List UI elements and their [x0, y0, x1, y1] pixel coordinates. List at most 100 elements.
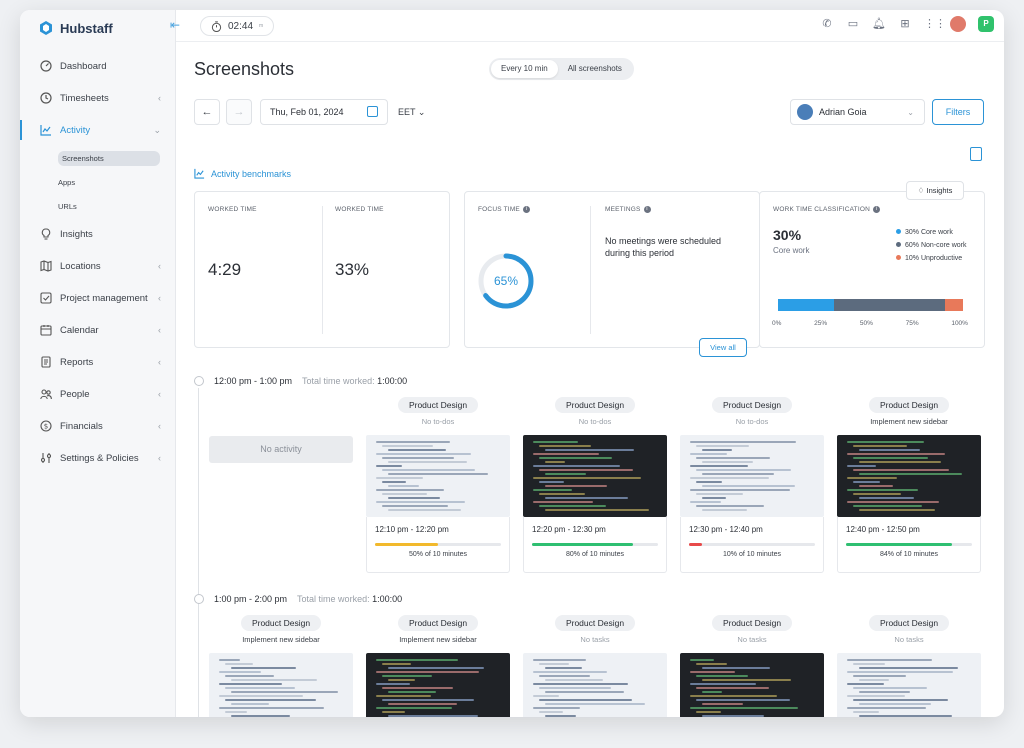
- classification-legend: 30% Core work 60% Non-core work 10% Unpr…: [896, 226, 966, 265]
- view-all-button[interactable]: View all: [699, 338, 747, 357]
- screenshot-thumbnail[interactable]: [837, 653, 981, 717]
- toggle-every-10-min[interactable]: Every 10 min: [491, 60, 558, 78]
- screenshot-card[interactable]: Product Design Implement new sidebar: [366, 615, 510, 717]
- stopwatch-icon: [211, 20, 222, 32]
- sidebar-item-activity[interactable]: Activity ⌄: [20, 114, 176, 146]
- screenshot-thumbnail[interactable]: [680, 435, 824, 517]
- stacked-bar-segment: [833, 299, 945, 311]
- screenshot-time-range: 12:20 pm - 12:30 pm: [532, 525, 606, 534]
- time-slot-range: 12:00 pm - 1:00 pm: [214, 376, 293, 386]
- screenshot-thumbnail[interactable]: [680, 653, 824, 717]
- phone-icon[interactable]: ✆: [820, 17, 834, 31]
- stacked-bar-segment: [944, 299, 963, 311]
- insights-button[interactable]: ♢ Insights: [906, 181, 964, 200]
- screenshot-thumbnail[interactable]: [209, 653, 353, 717]
- sidebar-item-label: Locations: [60, 260, 101, 272]
- screenshot-card[interactable]: Product Design No tasks: [523, 615, 667, 717]
- screenshot-card[interactable]: Product Design No to-dos 12:20 pm - 12:30 …: [523, 397, 667, 573]
- chevron-left-icon: ‹: [158, 293, 161, 303]
- legend-item: 60% Non-core work: [896, 239, 966, 252]
- toggle-all-screenshots[interactable]: All screenshots: [558, 60, 632, 78]
- focus-time-label: FOCUS TIME i: [478, 206, 530, 213]
- task-name: Implement new sidebar: [870, 417, 948, 426]
- activity-benchmarks-link[interactable]: Activity benchmarks: [194, 168, 291, 179]
- page-title: Screenshots: [194, 59, 295, 79]
- screenshot-thumbnail[interactable]: [837, 435, 981, 517]
- screenshot-thumbnail[interactable]: [366, 435, 510, 517]
- hubstaff-logo-icon: [40, 21, 52, 35]
- sidebar-item-financials[interactable]: $ Financials ‹: [20, 410, 176, 442]
- task-name: No tasks: [737, 635, 767, 644]
- sidebar-item-insights[interactable]: Insights: [20, 218, 176, 250]
- info-icon[interactable]: i: [873, 206, 881, 213]
- timer-widget[interactable]: 02:44 m: [200, 16, 275, 36]
- time-slot-header: 1:00 pm - 2:00 pm Total time worked: 1:0…: [194, 594, 402, 604]
- organization-badge[interactable]: P: [978, 16, 994, 32]
- logo[interactable]: Hubstaff: [38, 18, 113, 38]
- screenshot-thumbnail[interactable]: [523, 435, 667, 517]
- task-name: No tasks: [580, 635, 610, 644]
- sidebar-subitem-urls[interactable]: URLs: [20, 194, 176, 218]
- screenshot-card[interactable]: Product Design Implement new sidebar 12:40…: [837, 397, 981, 573]
- project-tag: Product Design: [869, 615, 949, 631]
- info-icon[interactable]: i: [643, 206, 651, 213]
- apps-grid-icon[interactable]: ⋮⋮: [924, 17, 946, 31]
- export-icon[interactable]: [970, 147, 982, 161]
- dollar-icon: $: [40, 420, 52, 432]
- screenshot-card[interactable]: Product Design No tasks: [680, 615, 824, 717]
- sidebar-item-dashboard[interactable]: Dashboard: [20, 50, 176, 82]
- screenshot-card[interactable]: Product Design No to-dos 12:10 pm - 12:20 …: [366, 397, 510, 573]
- sidebar: Hubstaff ⇤ Dashboard Timesheets ‹ Activi…: [20, 10, 180, 717]
- screenshot-card[interactable]: Product Design Implement new sidebar: [209, 615, 353, 717]
- previous-day-button[interactable]: ←: [194, 99, 220, 125]
- sidebar-item-locations[interactable]: Locations ‹: [20, 250, 176, 282]
- classification-stacked-bar: [778, 299, 963, 311]
- message-icon[interactable]: ▭: [846, 17, 860, 31]
- screenshot-time-range: 12:40 pm - 12:50 pm: [846, 525, 920, 534]
- sidebar-item-timesheets[interactable]: Timesheets ‹: [20, 82, 176, 114]
- meetings-label: MEETINGS i: [605, 206, 651, 213]
- gift-icon[interactable]: ⊞: [898, 17, 912, 31]
- sidebar-item-label: People: [60, 388, 90, 400]
- sidebar-subitem-screenshots[interactable]: Screenshots: [20, 146, 176, 170]
- lightbulb-icon: ♢: [917, 186, 925, 195]
- chevron-down-icon: ⌄: [153, 124, 161, 135]
- timezone-select[interactable]: EET ⌄: [398, 107, 425, 118]
- arrow-right-icon: →: [233, 106, 245, 118]
- activity-progress-bar: [689, 543, 815, 546]
- filters-button[interactable]: Filters: [932, 99, 984, 125]
- screenshot-thumbnail[interactable]: [523, 653, 667, 717]
- activity-percent: 10% of 10 minutes: [723, 551, 781, 558]
- avatar: [797, 104, 813, 120]
- checkbox-icon: [40, 292, 52, 304]
- date-value: Thu, Feb 01, 2024: [270, 107, 344, 117]
- arrow-left-icon: ←: [201, 106, 213, 118]
- activity-progress-bar: [846, 543, 972, 546]
- divider: [590, 206, 591, 334]
- sidebar-item-reports[interactable]: Reports ‹: [20, 346, 176, 378]
- sidebar-subitem-apps[interactable]: Apps: [20, 170, 176, 194]
- worked-percent-value: 33%: [335, 260, 370, 279]
- sidebar-item-calendar[interactable]: Calendar ‹: [20, 314, 176, 346]
- user-select[interactable]: Adrian Goia ⌄: [790, 99, 925, 125]
- info-icon[interactable]: i: [522, 206, 530, 213]
- total-time-worked: Total time worked: 1:00:00: [302, 376, 408, 386]
- screenshot-card[interactable]: Product Design No to-dos 12:30 pm - 12:40 …: [680, 397, 824, 573]
- task-name: No tasks: [894, 635, 924, 644]
- activity-chart-icon: [40, 125, 51, 136]
- sidebar-item-label: Project management: [60, 292, 148, 304]
- screenshot-thumbnail[interactable]: [366, 653, 510, 717]
- sidebar-item-project-management[interactable]: Project management ‹: [20, 282, 176, 314]
- chevron-left-icon: ‹: [158, 357, 161, 367]
- activity-percent: 84% of 10 minutes: [880, 551, 938, 558]
- sidebar-item-label: Financials: [60, 420, 103, 432]
- next-day-button[interactable]: →: [226, 99, 252, 125]
- sidebar-item-settings[interactable]: Settings & Policies ‹: [20, 442, 176, 474]
- date-picker[interactable]: Thu, Feb 01, 2024: [260, 99, 388, 125]
- avatar[interactable]: [950, 16, 966, 32]
- worked-percent-label: WORKED TIME: [335, 206, 384, 213]
- screenshot-card[interactable]: Product Design No tasks: [837, 615, 981, 717]
- sidebar-item-people[interactable]: People ‹: [20, 378, 176, 410]
- bell-icon[interactable]: 🔔︎: [872, 17, 886, 31]
- dashboard-icon: [40, 60, 52, 72]
